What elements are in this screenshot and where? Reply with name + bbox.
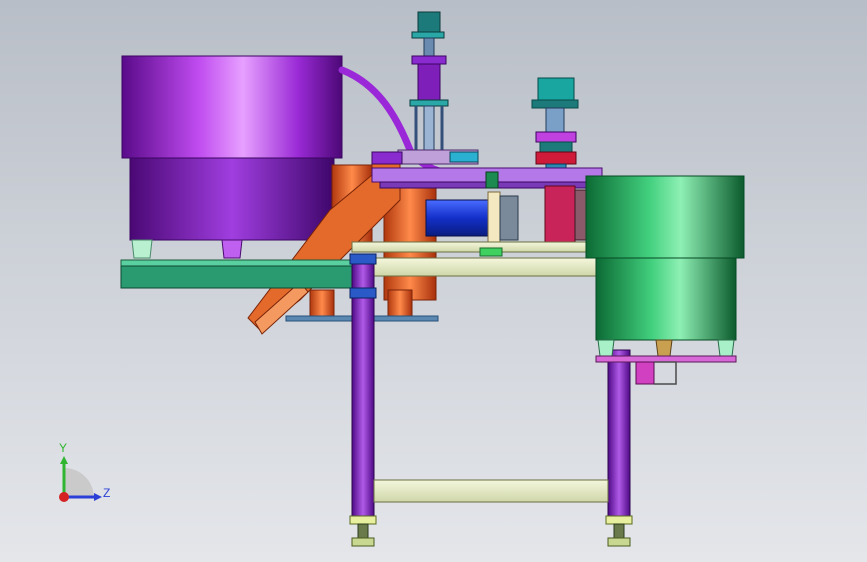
gearbox-housing[interactable]: [544, 185, 588, 243]
right-feeder-bowl[interactable]: [585, 175, 745, 385]
coordinate-triad: [59, 456, 102, 502]
z-axis-label: Z: [103, 486, 111, 500]
base-plate[interactable]: [351, 241, 603, 277]
x-axis-origin: [59, 492, 69, 502]
cad-viewport[interactable]: Y Z: [0, 0, 867, 562]
left-feeder-bowl[interactable]: [121, 55, 343, 259]
y-axis-label: Y: [59, 441, 68, 455]
center-cylinder-assembly[interactable]: [409, 11, 449, 151]
conveyor-shelf[interactable]: [120, 259, 375, 289]
right-press-assembly[interactable]: [531, 77, 579, 179]
assembly-model[interactable]: [0, 0, 867, 562]
